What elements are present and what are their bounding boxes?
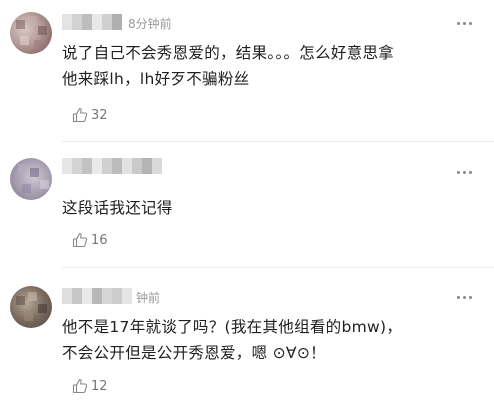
- avatar[interactable]: [10, 158, 52, 200]
- comment-line: 他来踩lh，lh好歹不骗粉丝: [62, 70, 250, 88]
- comment-text: 说了自己不会秀恩爱的，结果。。。怎么好意思拿 他来踩lh，lh好歹不骗粉丝: [62, 40, 472, 92]
- comment-item: 这段话我还记得 16: [0, 142, 494, 268]
- comment-line: 不会公开但是公开秀恩爱，嗯 ⊙∀⊙！: [62, 344, 326, 362]
- comment-text: 他不是17年就谈了吗？(我在其他组看的bmw)， 不会公开但是公开秀恩爱，嗯 ⊙…: [62, 314, 472, 366]
- username-blurred[interactable]: [62, 288, 132, 304]
- comment-time: 钟前: [136, 291, 161, 305]
- comment-line: 说了自己不会秀恩爱的，结果。。。怎么好意思拿: [62, 44, 395, 62]
- like-count: 16: [91, 232, 108, 248]
- comment-line: 他不是17年就谈了吗？(我在其他组看的bmw)，: [62, 318, 403, 336]
- thumbs-up-icon: [72, 233, 88, 248]
- comment-item: 钟前 他不是17年就谈了吗？(我在其他组看的bmw)， 不会公开但是公开秀恩爱，…: [0, 268, 494, 407]
- avatar[interactable]: [10, 286, 52, 328]
- like-button[interactable]: 32: [72, 107, 108, 123]
- more-dots-icon[interactable]: [457, 22, 472, 25]
- like-count: 12: [91, 378, 108, 394]
- thumbs-up-icon: [72, 108, 88, 123]
- like-count: 32: [91, 107, 108, 123]
- comment-line: 这段话我还记得: [62, 199, 173, 217]
- username-blurred[interactable]: [62, 158, 162, 174]
- username-blurred[interactable]: [62, 14, 122, 30]
- more-dots-icon[interactable]: [457, 296, 472, 299]
- avatar[interactable]: [10, 12, 52, 54]
- comment-item: 8分钟前 说了自己不会秀恩爱的，结果。。。怎么好意思拿 他来踩lh，lh好歹不骗…: [0, 0, 494, 142]
- thumbs-up-icon: [72, 379, 88, 394]
- like-button[interactable]: 16: [72, 232, 108, 248]
- comment-text: 这段话我还记得: [62, 195, 472, 221]
- comment-time: 8分钟前: [128, 17, 172, 31]
- more-dots-icon[interactable]: [457, 171, 472, 174]
- like-button[interactable]: 12: [72, 378, 108, 394]
